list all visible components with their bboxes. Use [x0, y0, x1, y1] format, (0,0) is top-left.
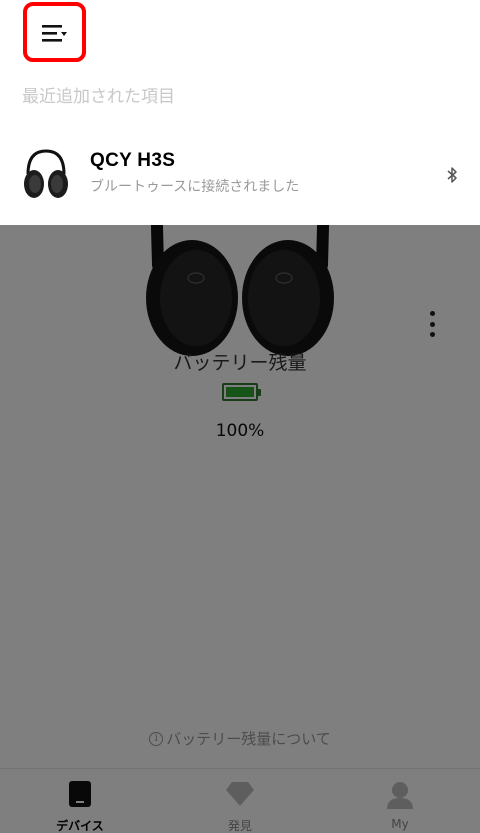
menu-button[interactable]	[23, 2, 86, 62]
recent-title: 最近追加された項目	[22, 87, 175, 107]
device-name: QCY H3S	[90, 150, 176, 171]
headphone-thumbnail	[24, 149, 68, 198]
bluetooth-icon	[447, 167, 457, 183]
device-status: ブルートゥースに接続されました	[90, 179, 300, 195]
menu-icon	[42, 25, 67, 42]
device-list-item[interactable]: QCY H3S ブルートゥースに接続されました	[0, 140, 480, 210]
recent-devices-sheet: 最近追加された項目 QCY H3S ブルートゥースに接続されました	[0, 0, 480, 225]
